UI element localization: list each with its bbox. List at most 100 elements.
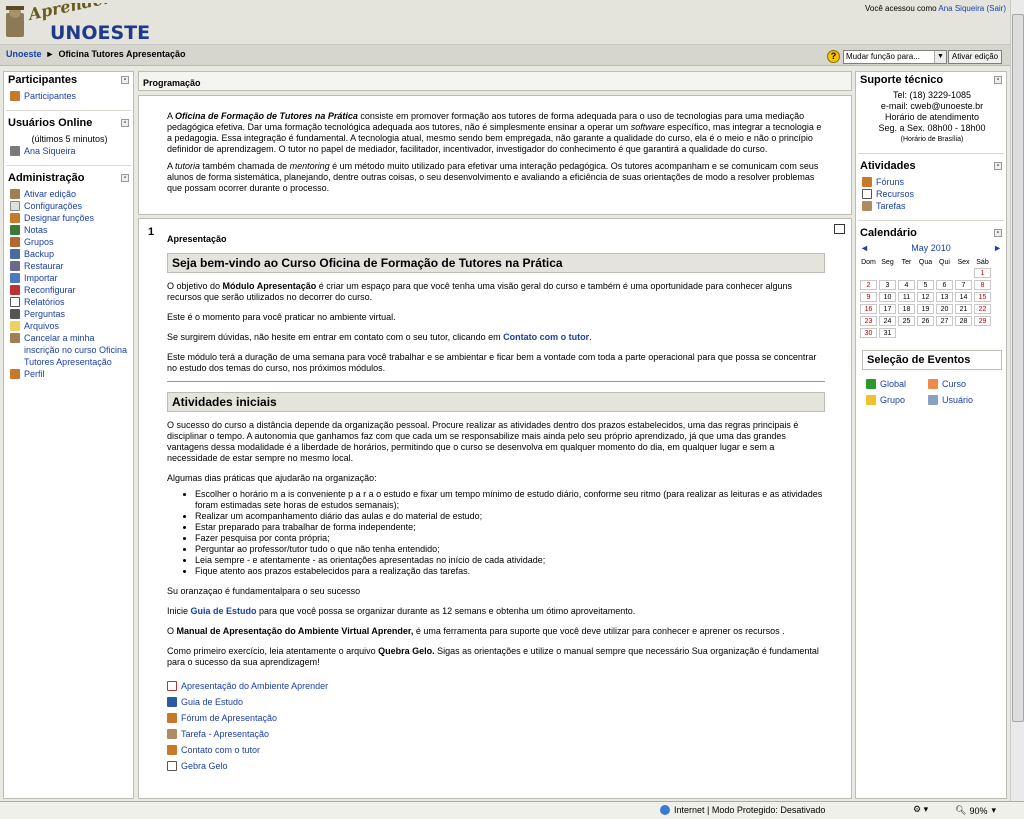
activity-link[interactable]: Fóruns bbox=[876, 177, 904, 187]
edit-mode-button[interactable]: Ativar edição bbox=[948, 50, 1002, 64]
admin-item[interactable]: Perfil bbox=[24, 369, 45, 379]
paragraph-practice: Este é o momento para você praticar no a… bbox=[167, 312, 396, 322]
activity-link[interactable]: Tarefas bbox=[876, 201, 906, 211]
calendar-day[interactable]: 27 bbox=[936, 316, 953, 326]
admin-item[interactable]: Grupos bbox=[24, 237, 54, 247]
activity-link[interactable]: Recursos bbox=[876, 189, 914, 199]
event-filter-link[interactable]: Usuário bbox=[942, 395, 973, 405]
collapse-icon[interactable]: - bbox=[994, 162, 1002, 170]
settings-icon[interactable]: ⚙ ▾ bbox=[913, 804, 928, 815]
admin-item[interactable]: Reconfigurar bbox=[24, 285, 76, 295]
calendar-day[interactable]: 21 bbox=[955, 304, 972, 314]
list-item: Fique atento aos prazos estabelecidos pa… bbox=[195, 566, 825, 577]
site-logo[interactable]: Aprender UNOESTE bbox=[4, 0, 154, 44]
calendar-day[interactable]: 5 bbox=[917, 280, 934, 290]
calendar-day[interactable]: 28 bbox=[955, 316, 972, 326]
collapse-icon[interactable]: - bbox=[994, 229, 1002, 237]
calendar-day[interactable]: 8 bbox=[974, 280, 991, 290]
calendar-next-icon[interactable]: ► bbox=[993, 243, 1002, 257]
calendar-day[interactable]: 24 bbox=[879, 316, 896, 326]
calendar-day[interactable]: 19 bbox=[917, 304, 934, 314]
list-item: Perguntar ao professor/tutor tudo o que … bbox=[195, 544, 825, 555]
calendar-day[interactable]: 6 bbox=[936, 280, 953, 290]
calendar-day bbox=[917, 328, 934, 338]
calendar-day[interactable]: 26 bbox=[917, 316, 934, 326]
admin-item[interactable]: Designar funções bbox=[24, 213, 94, 223]
logout-link[interactable]: (Sair) bbox=[986, 4, 1006, 13]
calendar-day[interactable]: 30 bbox=[860, 328, 877, 338]
calendar-day[interactable]: 31 bbox=[879, 328, 896, 338]
resource-link[interactable]: Gebra Gelo bbox=[181, 761, 228, 771]
collapse-icon[interactable]: - bbox=[121, 174, 129, 182]
section-number: 1 bbox=[148, 226, 155, 238]
role-select[interactable]: Mudar função para... ▼ bbox=[843, 50, 947, 64]
resource-link[interactable]: Fórum de Apresentação bbox=[181, 713, 277, 723]
calendar-day[interactable]: 14 bbox=[955, 292, 972, 302]
calendar-day[interactable]: 15 bbox=[974, 292, 991, 302]
calendar-day[interactable]: 7 bbox=[955, 280, 972, 290]
admin-item[interactable]: Relatórios bbox=[24, 297, 65, 307]
admin-item[interactable]: Backup bbox=[24, 249, 54, 259]
resource-link[interactable]: Tarefa - Apresentação bbox=[181, 729, 269, 739]
event-filter-link[interactable]: Global bbox=[880, 379, 906, 389]
calendar-day[interactable]: 12 bbox=[917, 292, 934, 302]
calendar-day[interactable]: 29 bbox=[974, 316, 991, 326]
chart-icon bbox=[10, 297, 20, 307]
forum-icon bbox=[167, 745, 177, 755]
scrollbar-thumb[interactable] bbox=[1012, 14, 1024, 722]
calendar-day[interactable]: 18 bbox=[898, 304, 915, 314]
resource-link[interactable]: Contato com o tutor bbox=[181, 745, 260, 755]
calendar-day[interactable]: 13 bbox=[936, 292, 953, 302]
study-guide-link[interactable]: Guia de Estudo bbox=[191, 606, 257, 616]
participants-link[interactable]: Participantes bbox=[24, 91, 76, 101]
admin-item[interactable]: Ativar edição bbox=[24, 189, 76, 199]
admin-item[interactable]: Arquivos bbox=[24, 321, 59, 331]
calendar-month[interactable]: May 2010 bbox=[911, 243, 951, 257]
calendar-day[interactable]: 16 bbox=[860, 304, 877, 314]
admin-item[interactable]: Notas bbox=[24, 225, 48, 235]
support-block-title: Suporte técnico - bbox=[856, 72, 1006, 88]
vertical-scrollbar[interactable] bbox=[1010, 0, 1024, 801]
collapse-icon[interactable]: - bbox=[121, 119, 129, 127]
zoom-control[interactable]: 🔍︎ 90% ▾ bbox=[955, 805, 996, 816]
event-filter-link[interactable]: Curso bbox=[942, 379, 966, 389]
calendar-day[interactable]: 23 bbox=[860, 316, 877, 326]
zoom-icon: 🔍︎ bbox=[955, 805, 967, 815]
list-item: Escolher o horário m a is conveniente p … bbox=[195, 489, 825, 511]
resource-link[interactable]: Guia de Estudo bbox=[181, 697, 243, 707]
zoom-level: 90% bbox=[969, 805, 988, 816]
help-icon[interactable]: ? bbox=[827, 50, 840, 63]
admin-item[interactable]: Configurações bbox=[24, 201, 82, 211]
calendar-prev-icon[interactable]: ◄ bbox=[860, 243, 869, 257]
admin-item[interactable]: Perguntas bbox=[24, 309, 65, 319]
calendar-day[interactable]: 11 bbox=[898, 292, 915, 302]
admin-item[interactable]: Importar bbox=[24, 273, 58, 283]
calendar-day[interactable]: 20 bbox=[936, 304, 953, 314]
collapse-icon[interactable]: - bbox=[121, 76, 129, 84]
admin-item[interactable]: Cancelar a minha inscrição no curso Ofic… bbox=[24, 332, 129, 368]
assignment-icon bbox=[167, 729, 177, 739]
highlight-toggle-icon[interactable] bbox=[834, 224, 845, 234]
calendar-day[interactable]: 25 bbox=[898, 316, 915, 326]
calendar-day[interactable]: 4 bbox=[898, 280, 915, 290]
online-user-link[interactable]: Ana Siqueira bbox=[24, 146, 76, 156]
admin-item[interactable]: Restaurar bbox=[24, 261, 64, 271]
calendar-day[interactable]: 17 bbox=[879, 304, 896, 314]
calendar-day[interactable]: 9 bbox=[860, 292, 877, 302]
calendar-day-header: Ter bbox=[901, 259, 912, 266]
calendar-day[interactable]: 22 bbox=[974, 304, 991, 314]
calendar-day[interactable]: 2 bbox=[860, 280, 877, 290]
import-icon bbox=[10, 273, 20, 283]
calendar-day[interactable]: 1 bbox=[974, 268, 991, 278]
collapse-icon[interactable]: - bbox=[994, 76, 1002, 84]
folder-icon bbox=[10, 321, 20, 331]
event-filter-link[interactable]: Grupo bbox=[880, 395, 905, 405]
calendar-day[interactable]: 10 bbox=[879, 292, 896, 302]
contact-tutor-link[interactable]: Contato com o tutor bbox=[503, 332, 589, 342]
breadcrumb-home[interactable]: Unoeste bbox=[6, 49, 42, 59]
resource-link[interactable]: Apresentação do Ambiente Aprender bbox=[181, 681, 328, 691]
user-link[interactable]: Ana Siqueira bbox=[938, 4, 984, 13]
calendar-day[interactable]: 3 bbox=[879, 280, 896, 290]
program-header: Programação bbox=[138, 71, 852, 91]
calendar-block-title: Calendário - bbox=[856, 225, 1006, 241]
